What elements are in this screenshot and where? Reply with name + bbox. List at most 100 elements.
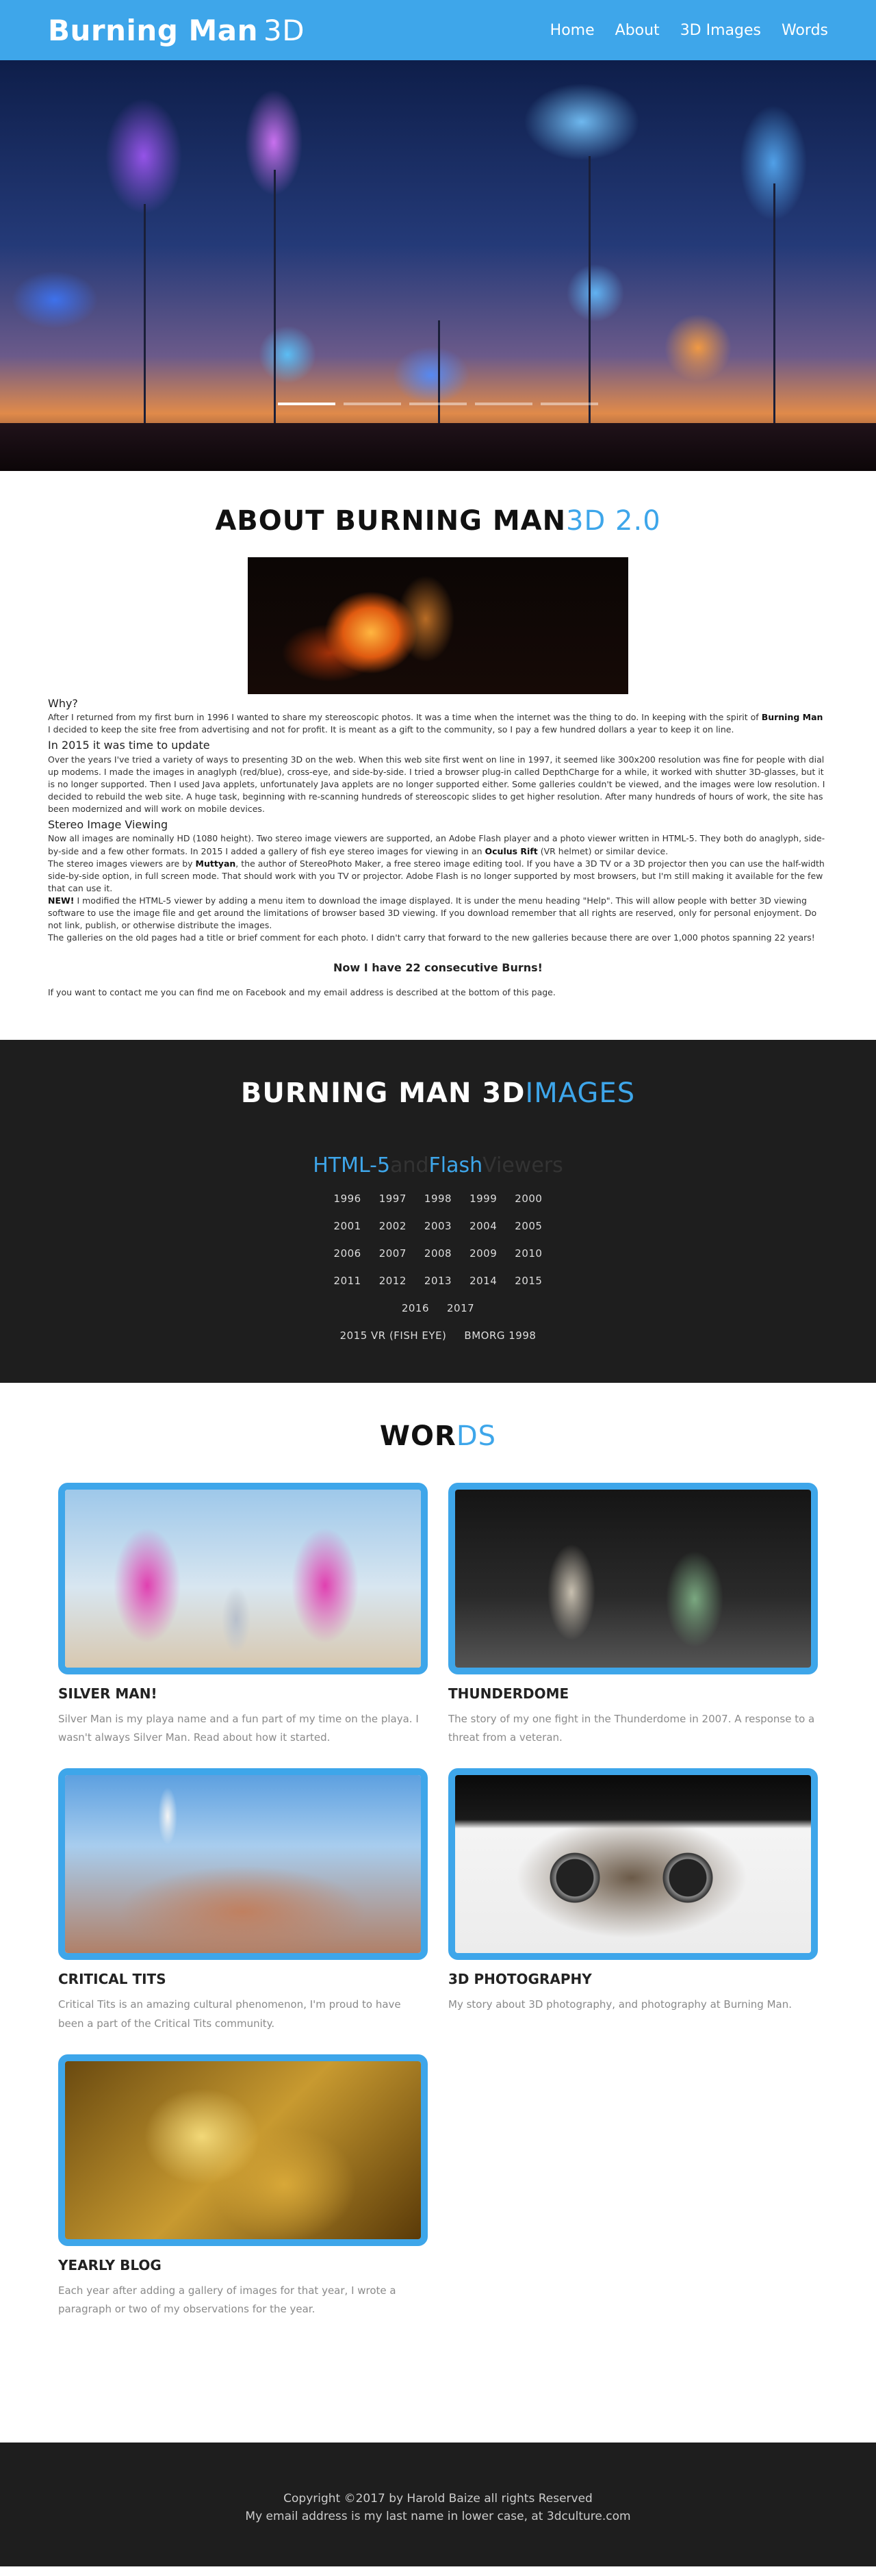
year-gallery-link[interactable]: 2006: [334, 1247, 361, 1260]
card-title[interactable]: YEARLY BLOG: [58, 2257, 428, 2273]
hero-stalk: [438, 320, 440, 430]
words-title-accent: DS: [456, 1420, 497, 1452]
nav-words-link[interactable]: Words: [782, 22, 828, 39]
viewers-label: Viewers: [482, 1153, 563, 1177]
year-gallery-link[interactable]: 2003: [424, 1220, 452, 1232]
hero-stalk: [773, 183, 775, 430]
card-yearly-blog[interactable]: YEARLY BLOG Each year after adding a gal…: [58, 2054, 428, 2320]
year-gallery-link[interactable]: 2010: [515, 1247, 542, 1260]
and-label: and: [390, 1153, 429, 1177]
brand-thin: 3D: [263, 13, 305, 47]
words-section: WORDS SILVER MAN! Silver Man is my playa…: [0, 1383, 876, 2395]
slider-indicator[interactable]: [344, 403, 401, 405]
words-cards: SILVER MAN! Silver Man is my playa name …: [0, 1482, 876, 2341]
year-gallery-link[interactable]: 2009: [469, 1247, 497, 1260]
year-gallery-link[interactable]: 2015 VR (FISH EYE): [340, 1329, 447, 1342]
year-gallery-link[interactable]: 2016: [402, 1302, 429, 1314]
card-3d-photography[interactable]: 3D PHOTOGRAPHY My story about 3D photogr…: [448, 1768, 818, 2034]
viewing-paragraph-1: Now all images are nominally HD (1080 he…: [48, 832, 828, 857]
year-gallery-link[interactable]: 1997: [379, 1193, 407, 1205]
slider-indicator[interactable]: [409, 403, 467, 405]
year-links: 1996 1997 1998 1999 2000 2001 2002 2003 2004 2005…: [0, 1193, 876, 1342]
year-gallery-link[interactable]: 2013: [424, 1275, 452, 1287]
year-gallery-link[interactable]: BMORG 1998: [464, 1329, 536, 1342]
stereo-camera-photo: [455, 1775, 811, 1954]
contact-text: If you want to contact me you can find m…: [48, 986, 556, 997]
footer-copyright: Copyright ©2017 by Harold Baize all righ…: [283, 2492, 593, 2506]
viewing-p1-b: (VR helmet) or similar device.: [537, 845, 669, 856]
year-gallery-link[interactable]: 2017: [447, 1302, 474, 1314]
card-desc: Critical Tits is an amazing cultural phe…: [58, 1998, 401, 2030]
year-row: 2011 2012 2013 2014 2015: [0, 1275, 876, 1287]
brand-bold: Burning Man: [48, 13, 259, 47]
images-title-main: BURNING MAN 3D: [240, 1077, 526, 1109]
year-gallery-link[interactable]: 1996: [334, 1193, 361, 1205]
hero-stalk: [144, 204, 146, 430]
update-paragraph: Over the years I've tried a variety of w…: [48, 754, 825, 815]
about-fire-photo: [248, 557, 628, 694]
year-row: 2001 2002 2003 2004 2005: [0, 1220, 876, 1232]
about-title: ABOUT BURNING MAN3D 2.0: [48, 505, 828, 537]
slider-indicators: [0, 403, 876, 405]
card-title[interactable]: SILVER MAN!: [58, 1685, 428, 1702]
viewers-heading: HTML-5andFlashViewers: [0, 1153, 876, 1177]
why-text-a: After I returned from my first burn in 1…: [48, 712, 762, 723]
top-navbar: Burning Man 3D Home About 3D Images Words: [0, 0, 876, 60]
main-nav: Home About 3D Images Words: [550, 22, 828, 39]
card-image[interactable]: [58, 1768, 428, 1961]
consecutive-burns: Now I have 22 consecutive Burns!: [333, 960, 543, 974]
slider-indicator[interactable]: [278, 403, 335, 405]
year-gallery-link[interactable]: 1999: [469, 1193, 497, 1205]
about-title-main: ABOUT BURNING MAN: [215, 505, 567, 537]
year-gallery-link[interactable]: 2005: [515, 1220, 542, 1232]
card-image[interactable]: [448, 1768, 818, 1961]
card-critical-tits[interactable]: CRITICAL TITS Critical Tits is an amazin…: [58, 1768, 428, 2034]
year-gallery-link[interactable]: 2007: [379, 1247, 407, 1260]
why-text-b: I decided to keep the site free from adv…: [48, 724, 734, 735]
card-title[interactable]: 3D PHOTOGRAPHY: [448, 1971, 818, 1987]
year-gallery-link[interactable]: 2015: [515, 1275, 542, 1287]
why-paragraph: After I returned from my first burn in 1…: [48, 711, 828, 736]
card-thunderdome[interactable]: THUNDERDOME The story of my one fight in…: [448, 1482, 818, 1748]
viewing-p2-a: The stereo images viewers are by: [48, 858, 196, 869]
flash-label: Flash: [428, 1153, 483, 1177]
nav-about-link[interactable]: About: [615, 22, 660, 39]
viewing-p1-a: Now all images are nominally HD (1080 he…: [48, 833, 825, 856]
year-gallery-link[interactable]: 2008: [424, 1247, 452, 1260]
year-gallery-link[interactable]: 2002: [379, 1220, 407, 1232]
year-gallery-link[interactable]: 2004: [469, 1220, 497, 1232]
nav-3d-images-link[interactable]: 3D Images: [680, 22, 761, 39]
year-row: 2016 2017: [0, 1302, 876, 1314]
hero-stalk: [274, 170, 276, 430]
images-title-accent: IMAGES: [525, 1077, 636, 1109]
year-row: 2015 VR (FISH EYE) BMORG 1998: [0, 1329, 876, 1342]
words-title: WORDS: [0, 1420, 876, 1452]
year-gallery-link[interactable]: 2000: [515, 1193, 542, 1205]
year-gallery-link[interactable]: 2012: [379, 1275, 407, 1287]
card-title[interactable]: THUNDERDOME: [448, 1685, 818, 1702]
year-row: 2006 2007 2008 2009 2010: [0, 1247, 876, 1260]
gold-sculpture-photo: [65, 2061, 421, 2239]
year-row: 1996 1997 1998 1999 2000: [0, 1193, 876, 1205]
hero-ground: [0, 423, 876, 471]
year-gallery-link[interactable]: 2011: [334, 1275, 361, 1287]
year-gallery-link[interactable]: 2001: [334, 1220, 361, 1232]
nav-home-link[interactable]: Home: [550, 22, 595, 39]
viewing-p1-bold: Oculus Rift: [485, 845, 538, 856]
year-gallery-link[interactable]: 1998: [424, 1193, 452, 1205]
slider-indicator[interactable]: [475, 403, 532, 405]
year-gallery-link[interactable]: 2014: [469, 1275, 497, 1287]
card-silver-man[interactable]: SILVER MAN! Silver Man is my playa name …: [58, 1482, 428, 1748]
card-image[interactable]: [58, 1482, 428, 1674]
about-text: Why? After I returned from my first burn…: [48, 696, 828, 945]
slider-indicator[interactable]: [541, 403, 598, 405]
why-heading: Why?: [48, 697, 78, 710]
card-image[interactable]: [448, 1482, 818, 1674]
site-logo[interactable]: Burning Man 3D: [48, 14, 305, 47]
card-image[interactable]: [58, 2054, 428, 2246]
card-title[interactable]: CRITICAL TITS: [58, 1971, 428, 1987]
viewing-paragraph-2: The stereo images viewers are by Muttyan…: [48, 858, 828, 895]
viewing-p3-b: I modified the HTML-5 viewer by adding a…: [48, 895, 817, 931]
critical-tits-photo: [65, 1775, 421, 1954]
images-title: BURNING MAN 3DIMAGES: [0, 1077, 876, 1109]
